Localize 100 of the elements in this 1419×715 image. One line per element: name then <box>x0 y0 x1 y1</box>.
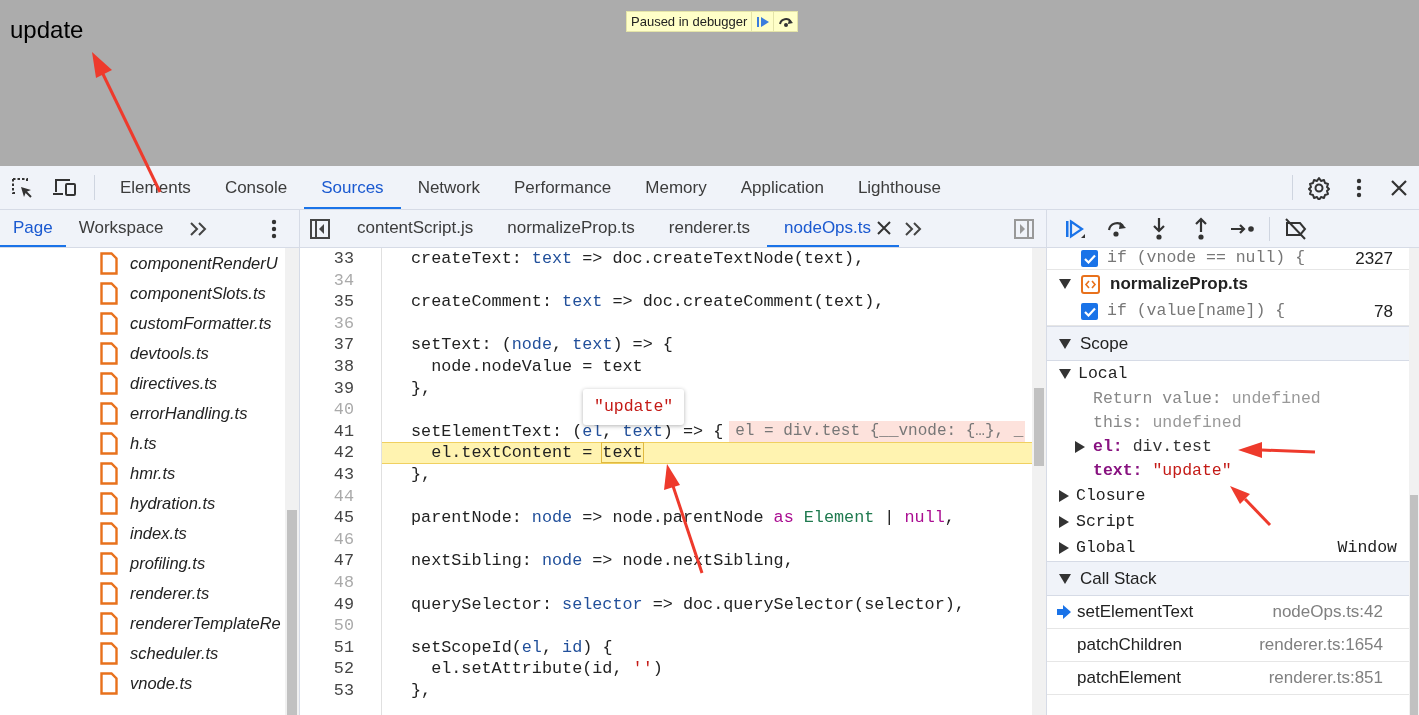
frame-location[interactable]: nodeOps.ts:42 <box>1272 599 1383 625</box>
code-line: createComment: text => doc.createComment(text), <box>410 291 885 313</box>
frame-location[interactable]: renderer.ts:851 <box>1268 665 1383 691</box>
tab[interactable]: Memory <box>628 166 724 209</box>
file-tab[interactable]: renderer.ts <box>651 210 768 245</box>
file-icon <box>100 551 118 575</box>
code-line: setScopeId(el, id) { <box>410 636 613 659</box>
file-icon <box>100 371 118 395</box>
scope-value: Window <box>1337 536 1397 559</box>
line-number[interactable]: 47 <box>300 550 354 572</box>
tab[interactable]: Page <box>0 210 66 247</box>
file-name[interactable]: index.ts <box>130 520 187 546</box>
hover-popup: "update" <box>583 389 685 425</box>
file-icon <box>100 311 118 335</box>
file-name[interactable]: h.ts <box>130 430 157 456</box>
section-header[interactable]: Scope <box>1080 330 1129 357</box>
call-frame[interactable]: setElementText nodeOps.ts:42 <box>1047 596 1409 629</box>
expanded-triangle-icon[interactable] <box>1059 369 1071 379</box>
scrollbar-thumb[interactable] <box>1034 388 1044 466</box>
code-line: el.textContent = text <box>430 442 643 464</box>
file-name[interactable]: normalizeProp.ts <box>1110 271 1248 297</box>
tab[interactable]: Console <box>207 166 305 209</box>
line-number[interactable]: 43 <box>300 463 354 486</box>
scope-label[interactable]: Script <box>1076 509 1136 535</box>
file-code-icon <box>1081 274 1100 294</box>
tab[interactable]: Performance <box>497 166 629 209</box>
scrollbar[interactable] <box>1409 248 1419 715</box>
scrollbar-thumb[interactable] <box>287 510 297 715</box>
banner-text: Paused in debugger <box>630 13 749 31</box>
line-number[interactable]: 45 <box>300 507 354 529</box>
scope-label[interactable]: Local <box>1078 361 1128 387</box>
file-name[interactable]: hydration.ts <box>130 490 216 516</box>
line-number[interactable]: 39 <box>300 377 354 400</box>
code-line: setText: (node, text) => { <box>410 334 673 356</box>
section-header[interactable]: Call Stack <box>1080 565 1157 592</box>
collapsed-triangle-icon[interactable] <box>1059 516 1069 528</box>
scrollbar[interactable] <box>285 248 299 715</box>
file-name[interactable]: profiling.ts <box>130 550 206 576</box>
tab[interactable]: Lighthouse <box>840 166 959 209</box>
file-icon <box>100 251 118 275</box>
file-name[interactable]: hmr.ts <box>130 460 176 486</box>
expanded-triangle-icon[interactable] <box>1059 573 1071 584</box>
line-number[interactable]: 52 <box>300 658 354 680</box>
scope-variable[interactable]: el: div.test <box>1093 434 1212 460</box>
frame-location[interactable]: renderer.ts:1654 <box>1259 632 1383 658</box>
scope-label[interactable]: Closure <box>1076 483 1146 509</box>
scope-variable[interactable]: text: "update" <box>1093 458 1232 484</box>
checkbox[interactable] <box>1081 250 1098 267</box>
expanded-triangle-icon[interactable] <box>1059 279 1071 289</box>
tab[interactable]: Application <box>723 166 841 209</box>
line-number[interactable]: 35 <box>300 291 354 313</box>
file-tab[interactable]: contentScript.js <box>340 210 491 245</box>
close-icon[interactable] <box>877 220 891 235</box>
line-number[interactable]: 33 <box>300 248 354 270</box>
file-name[interactable]: directives.ts <box>130 370 218 396</box>
tab[interactable]: Network <box>400 166 497 209</box>
file-name[interactable]: scheduler.ts <box>130 640 219 666</box>
file-tab[interactable]: normalizeProp.ts <box>490 210 652 245</box>
collapsed-triangle-icon[interactable] <box>1059 490 1069 502</box>
line-number[interactable]: 42 <box>300 442 354 464</box>
line-number[interactable]: 49 <box>300 593 354 616</box>
expanded-triangle-icon[interactable] <box>1059 338 1071 349</box>
scope-label[interactable]: Global <box>1076 535 1136 561</box>
line-number[interactable]: 37 <box>300 334 354 356</box>
code-line: }, <box>410 463 432 486</box>
file-name[interactable]: devtools.ts <box>130 340 209 366</box>
file-icon <box>100 491 118 515</box>
file-name[interactable]: componentSlots.ts <box>130 280 266 306</box>
call-frame[interactable]: patchElement renderer.ts:851 <box>1047 662 1409 695</box>
tab[interactable]: Workspace <box>65 210 177 247</box>
collapsed-triangle-icon[interactable] <box>1059 542 1069 554</box>
file-icon <box>100 431 118 455</box>
file-name[interactable]: vnode.ts <box>130 670 193 696</box>
collapsed-triangle-icon[interactable] <box>1075 441 1085 453</box>
inline-value: el = div.test {__vnode: {…}, _ <box>729 420 1026 443</box>
scrollbar-thumb[interactable] <box>1410 495 1418 715</box>
scope-variable[interactable]: Return value: undefined <box>1093 386 1321 412</box>
checkbox[interactable] <box>1081 303 1098 320</box>
line-number: 2327 <box>1355 248 1393 270</box>
file-name[interactable]: customFormatter.ts <box>130 310 272 336</box>
file-tab[interactable]: nodeOps.ts <box>767 210 877 245</box>
scrollbar[interactable] <box>1032 248 1046 715</box>
file-icon <box>100 641 118 665</box>
line-number[interactable]: 51 <box>300 636 354 659</box>
file-name[interactable]: errorHandling.ts <box>130 400 248 426</box>
call-frame[interactable]: patchChildren renderer.ts:1654 <box>1047 629 1409 662</box>
file-icon <box>100 521 118 545</box>
code-line: }, <box>410 679 432 702</box>
scope-variable[interactable]: this: undefined <box>1093 410 1242 436</box>
line-number[interactable]: 53 <box>300 679 354 702</box>
code-line: querySelector: selector => doc.querySelector(selector), <box>410 593 965 616</box>
frame-name: patchElement <box>1077 667 1181 690</box>
page-heading: update <box>10 15 84 45</box>
code-line: el.setAttribute(id, '') <box>430 658 663 680</box>
line-number[interactable]: 38 <box>300 355 354 378</box>
code-line: node.nodeValue = text <box>430 355 643 378</box>
line-number[interactable]: 41 <box>300 420 354 443</box>
file-name[interactable]: componentRenderU <box>130 250 278 276</box>
file-name[interactable]: rendererTemplateRe <box>130 610 281 636</box>
file-name[interactable]: renderer.ts <box>130 580 210 606</box>
